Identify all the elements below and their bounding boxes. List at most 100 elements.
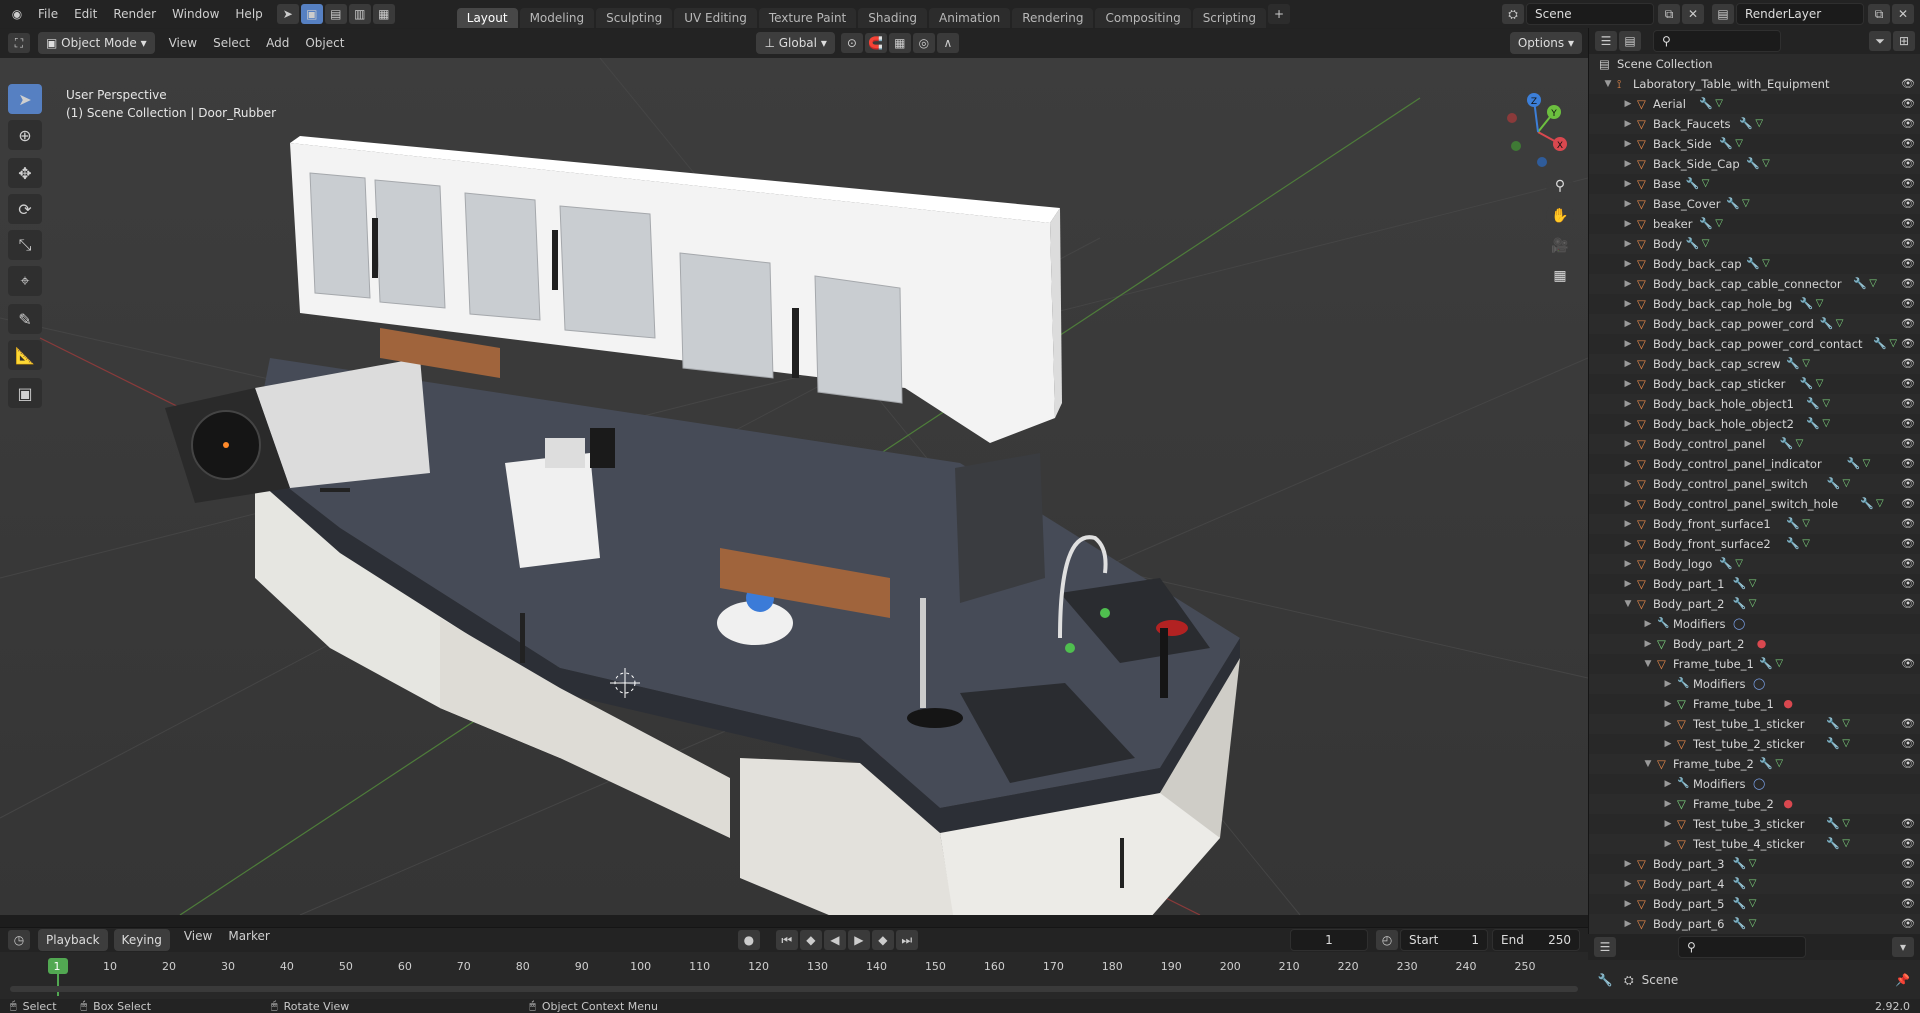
outliner-row[interactable]: ▶ ▽ Body_part_3 🔧 ▽ 👁 (1589, 854, 1920, 874)
snap-icon[interactable]: 🧲 (864, 33, 887, 53)
tab-scripting[interactable]: Scripting (1192, 8, 1267, 28)
expand-arrow-icon[interactable]: ▶ (1623, 374, 1633, 394)
proportional-edit-icon[interactable]: ◎ (912, 33, 935, 53)
eye-visibility-icon[interactable]: 👁 (1901, 734, 1915, 754)
transform-tool-icon[interactable]: ⌖ (8, 266, 42, 296)
pan-hand-icon[interactable]: ✋ (1546, 202, 1574, 230)
eye-visibility-icon[interactable]: 👁 (1901, 914, 1915, 934)
outliner-row[interactable]: ▶ ▽ Body_back_cap_power_cord 🔧 ▽ 👁 (1589, 314, 1920, 334)
eye-visibility-icon[interactable]: 👁 (1901, 374, 1915, 394)
scene-tab-icon[interactable]: ⛭ (1624, 973, 1634, 988)
viewport-menu-add[interactable]: Add (258, 36, 297, 50)
expand-arrow-icon[interactable]: ▶ (1663, 814, 1673, 834)
render-layer-icon[interactable]: ▤ (1712, 4, 1734, 24)
expand-arrow-icon[interactable]: ▶ (1623, 534, 1633, 554)
mesh-data-icon[interactable]: ▽ (1802, 534, 1810, 554)
modifier-wrench-icon[interactable]: 🔧 (1780, 434, 1794, 454)
navigation-gizmo[interactable]: X Y Z (1498, 90, 1578, 170)
modifier-wrench-icon[interactable]: 🔧 (1786, 354, 1800, 374)
modifier-wrench-icon[interactable]: 🔧 (1686, 174, 1700, 194)
tab-layout[interactable]: Layout (456, 8, 518, 28)
outliner-row[interactable]: ▶ ▽ Base 🔧 ▽ 👁 (1589, 174, 1920, 194)
tab-compositing[interactable]: Compositing (1095, 8, 1191, 28)
outliner-row[interactable]: ▶ ▽ Body_control_panel_switch 🔧 ▽ 👁 (1589, 474, 1920, 494)
expand-arrow-icon[interactable]: ▶ (1623, 194, 1633, 214)
expand-arrow-icon[interactable]: ▶ (1623, 394, 1633, 414)
snap-target-icon[interactable]: ▦ (888, 33, 911, 53)
expand-arrow-icon[interactable]: ▶ (1663, 674, 1673, 694)
play-reverse-icon[interactable]: ◀ (823, 930, 846, 950)
modifier-wrench-icon[interactable]: 🔧 (1739, 114, 1753, 134)
eye-visibility-icon[interactable]: 👁 (1901, 714, 1915, 734)
orientation-dropdown[interactable]: ⊥ Global ▾ (756, 32, 835, 54)
modifier-circle-icon[interactable]: ◯ (1733, 614, 1745, 634)
eye-visibility-icon[interactable]: 👁 (1901, 334, 1915, 354)
eye-visibility-icon[interactable]: 👁 (1901, 554, 1915, 574)
tab-rendering[interactable]: Rendering (1012, 8, 1094, 28)
expand-arrow-icon[interactable]: ▼ (1623, 594, 1633, 614)
expand-arrow-icon[interactable]: ▶ (1663, 794, 1673, 814)
eye-visibility-icon[interactable]: 👁 (1901, 194, 1915, 214)
eye-visibility-icon[interactable]: 👁 (1901, 174, 1915, 194)
expand-arrow-icon[interactable]: ▶ (1623, 554, 1633, 574)
mesh-data-icon[interactable]: ▽ (1863, 454, 1871, 474)
modifier-wrench-icon[interactable]: 🔧 (1826, 714, 1840, 734)
play-icon[interactable]: ▶ (847, 930, 870, 950)
expand-arrow-icon[interactable]: ▶ (1623, 874, 1633, 894)
modifier-wrench-icon[interactable]: 🔧 (1733, 594, 1747, 614)
eye-visibility-icon[interactable]: 👁 (1901, 454, 1915, 474)
modifier-wrench-icon[interactable]: 🔧 (1786, 514, 1800, 534)
new-layer-icon[interactable]: ⧉ (1868, 4, 1890, 24)
outliner-row[interactable]: ▶ ▽ Test_tube_3_sticker 🔧 ▽ 👁 (1589, 814, 1920, 834)
render-layer-field[interactable]: RenderLayer (1736, 3, 1864, 25)
scale-tool-icon[interactable]: ⤡ (8, 230, 42, 260)
mesh-data-icon[interactable]: ▽ (1715, 214, 1723, 234)
expand-arrow-icon[interactable]: ▶ (1623, 574, 1633, 594)
outliner-row[interactable]: ▶ ▽ Body_control_panel 🔧 ▽ 👁 (1589, 434, 1920, 454)
modifier-wrench-icon[interactable]: 🔧 (1800, 374, 1814, 394)
modifier-wrench-icon[interactable]: 🔧 (1806, 414, 1820, 434)
outliner-row[interactable]: ▶ ▽ Body_control_panel_switch_hole 🔧 ▽ 👁 (1589, 494, 1920, 514)
tab-animation[interactable]: Animation (929, 8, 1011, 28)
outliner-row[interactable]: ▶ ▽ Body_back_cap_sticker 🔧 ▽ 👁 (1589, 374, 1920, 394)
start-frame-field[interactable]: Start 1 (1400, 929, 1488, 951)
blender-logo-icon[interactable]: ◉ (6, 4, 28, 24)
viewport-menu-view[interactable]: View (161, 36, 205, 50)
outliner-row[interactable]: ▶ ▽ Body_control_panel_indicator 🔧 ▽ 👁 (1589, 454, 1920, 474)
outliner-row[interactable]: ▶ ▽ Body_back_cap_power_cord_contact 🔧 ▽ 👁 (1589, 334, 1920, 354)
expand-arrow-icon[interactable]: ▶ (1623, 494, 1633, 514)
outliner-row[interactable]: ▶ ▽ Body_back_cap_screw 🔧 ▽ 👁 (1589, 354, 1920, 374)
outliner-row[interactable]: ▶ ▽ Base_Cover 🔧 ▽ 👁 (1589, 194, 1920, 214)
properties-editor-type-icon[interactable]: ☰ (1594, 937, 1616, 957)
modifier-wrench-icon[interactable]: 🔧 (1759, 654, 1773, 674)
outliner-row[interactable]: ▶ ▽ Body_back_cap 🔧 ▽ 👁 (1589, 254, 1920, 274)
scene-field[interactable]: Scene (1526, 3, 1654, 25)
mesh-data-icon[interactable]: ▽ (1702, 234, 1710, 254)
outliner-row[interactable]: ▶ ▽ beaker 🔧 ▽ 👁 (1589, 214, 1920, 234)
scene-collection-row[interactable]: ▤ Scene Collection (1589, 54, 1920, 74)
mesh-data-icon[interactable]: ▽ (1702, 174, 1710, 194)
modifier-wrench-icon[interactable]: 🔧 (1786, 534, 1800, 554)
modifier-wrench-icon[interactable]: 🔧 (1759, 754, 1773, 774)
outliner-row[interactable]: ▶ ▽ Aerial 🔧 ▽ 👁 (1589, 94, 1920, 114)
outliner-row[interactable]: ▶ ▽ Body 🔧 ▽ 👁 (1589, 234, 1920, 254)
mesh-data-icon[interactable]: ▽ (1749, 574, 1757, 594)
menu-file[interactable]: File (30, 7, 66, 21)
menu-edit[interactable]: Edit (66, 7, 105, 21)
mesh-data-icon[interactable]: ▽ (1816, 374, 1824, 394)
expand-arrow-icon[interactable]: ▶ (1623, 474, 1633, 494)
mesh-data-icon[interactable]: ▽ (1762, 154, 1770, 174)
mesh-data-icon[interactable]: ▽ (1836, 314, 1844, 334)
eye-visibility-icon[interactable]: 👁 (1901, 594, 1915, 614)
eye-visibility-icon[interactable]: 👁 (1901, 474, 1915, 494)
expand-arrow-icon[interactable]: ▶ (1663, 694, 1673, 714)
mesh-data-icon[interactable]: ▽ (1762, 254, 1770, 274)
outliner-row[interactable]: ▶ ▽ Body_part_2 ● (1589, 634, 1920, 654)
outliner-row[interactable]: ▶ ▽ Body_part_5 🔧 ▽ 👁 (1589, 894, 1920, 914)
mesh-data-icon[interactable]: ▽ (1715, 94, 1723, 114)
mesh-data-icon[interactable]: ▽ (1749, 874, 1757, 894)
modifier-wrench-icon[interactable]: 🔧 (1699, 214, 1713, 234)
outliner-row[interactable]: ▶ ▽ Body_back_cap_cable_connector 🔧 ▽ 👁 (1589, 274, 1920, 294)
3d-viewport[interactable]: User Perspective (1) Scene Collection | … (0, 58, 1588, 915)
delete-layer-icon[interactable]: ✕ (1892, 4, 1914, 24)
